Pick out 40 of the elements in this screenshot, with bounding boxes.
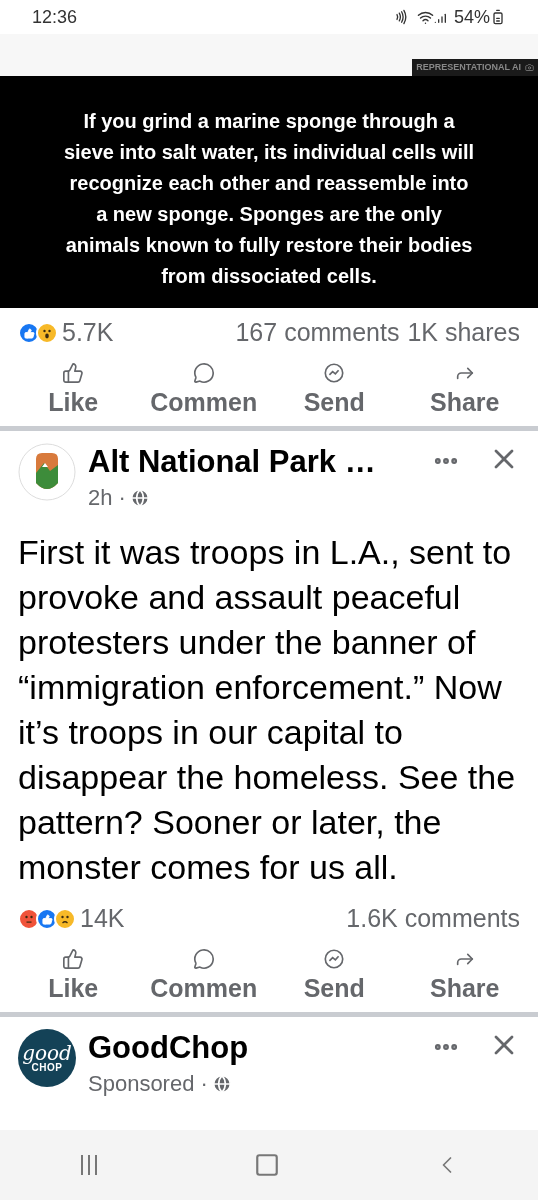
globe-icon xyxy=(129,487,150,508)
author-name[interactable]: GoodChop xyxy=(88,1029,420,1067)
comment-count[interactable]: 1.6K comments xyxy=(346,900,520,938)
share-count[interactable]: 1K shares xyxy=(407,314,520,352)
like-icon xyxy=(62,362,85,384)
post-action-button[interactable]: Commen xyxy=(138,358,269,422)
post-text: First it was troops in L.A., sent to provoke and assault peaceful protesters under the banner of “immigration enforcement.” Now it’s troops in our capital to disappear the homeless. See the pattern? Sooner or later, the monster comes for us all. xyxy=(17,532,517,888)
reaction-count[interactable]: 5.7K xyxy=(62,314,114,352)
like-reaction-icon xyxy=(18,322,40,344)
sad-reaction-icon xyxy=(54,908,76,930)
wow-reaction-icon xyxy=(36,322,58,344)
globe-icon xyxy=(211,1073,232,1094)
angry-reaction-icon xyxy=(18,908,40,930)
post-meta: Sponsored · xyxy=(88,1070,208,1098)
comment-count[interactable]: 167 comments xyxy=(235,314,400,352)
image-caption: If you grind a marine sponge through a sieve into salt water, its individual cells will recognize each other and reassemble into a new sponge. Sponges are the only animals known to fully restore their bodies from dissociated cells. xyxy=(62,109,476,289)
page-avatar-icon[interactable] xyxy=(18,443,76,501)
status-time: 12:36 xyxy=(32,5,78,29)
post-action-button[interactable]: Like xyxy=(8,358,139,422)
brand-logo[interactable]: good CHOP xyxy=(18,1029,76,1087)
post-action-button[interactable]: Share xyxy=(399,358,530,422)
author-name[interactable]: Alt National Park … xyxy=(88,443,420,481)
post-action-button[interactable]: Like xyxy=(8,944,139,1008)
post-meta: 2h · xyxy=(88,484,126,512)
home-icon[interactable] xyxy=(254,1152,280,1178)
like-reaction-icon xyxy=(36,908,58,930)
image-badge: REPRESENTATIONAL AI xyxy=(412,58,538,76)
comment-icon xyxy=(192,362,215,384)
post-action-button[interactable]: Send xyxy=(269,944,400,1008)
like-icon xyxy=(62,948,85,970)
comment-icon xyxy=(192,948,215,970)
reaction-count[interactable]: 14K xyxy=(80,900,125,938)
messenger-icon xyxy=(323,948,346,970)
post-action-button[interactable]: Share xyxy=(399,944,530,1008)
post-image[interactable] xyxy=(0,34,538,308)
messenger-icon xyxy=(323,362,346,384)
post-action-button[interactable]: Commen xyxy=(138,944,269,1008)
battery-percent: 54% xyxy=(453,5,490,29)
post-action-button[interactable]: Send xyxy=(269,358,400,422)
battery-icon xyxy=(490,9,506,25)
